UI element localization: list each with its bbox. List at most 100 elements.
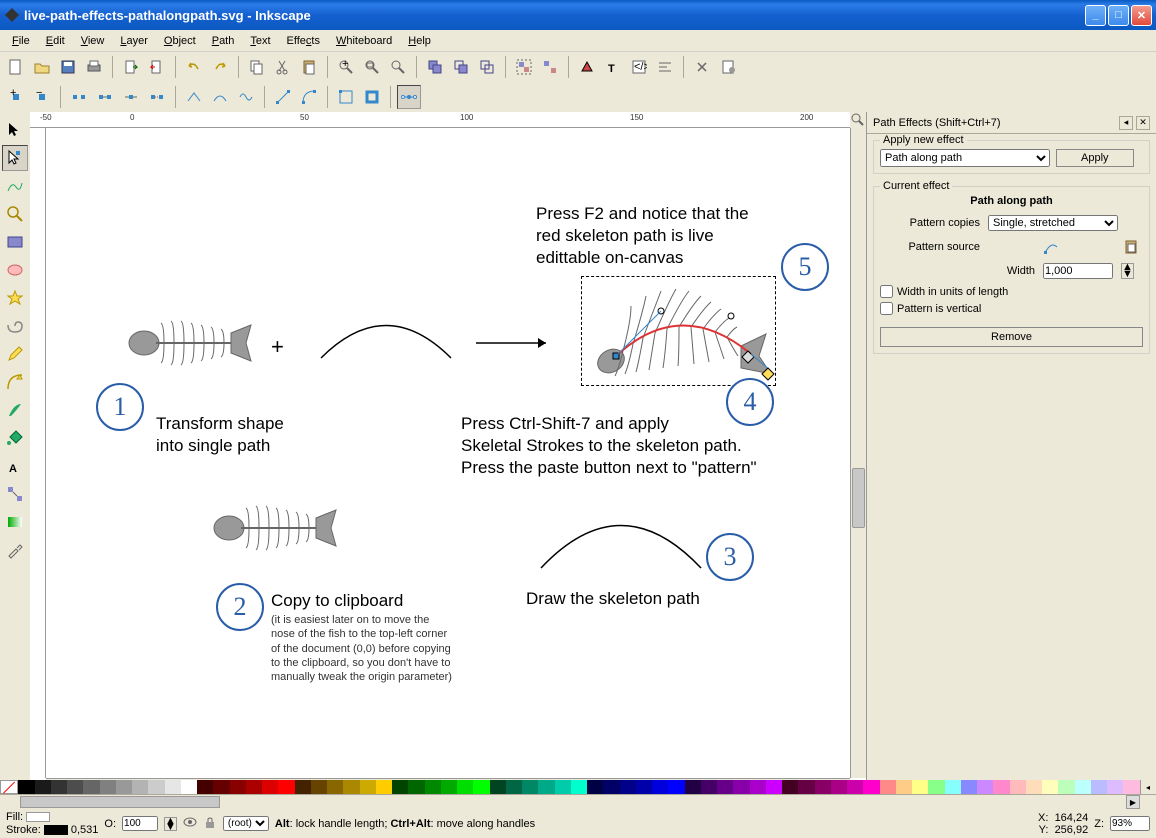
break-node-button[interactable] xyxy=(67,85,91,109)
text-button[interactable]: T xyxy=(601,55,625,79)
step-2-note: (it is easiest later on to move the nose… xyxy=(271,613,456,684)
export-button[interactable] xyxy=(145,55,169,79)
effect-select[interactable]: Path along path xyxy=(880,149,1050,167)
opacity-input[interactable] xyxy=(122,816,158,831)
ellipse-tool[interactable] xyxy=(2,257,28,283)
menu-effects[interactable]: Effects xyxy=(279,32,328,50)
dropper-tool[interactable] xyxy=(2,537,28,563)
remove-button[interactable]: Remove xyxy=(880,327,1143,347)
calligraphy-tool[interactable] xyxy=(2,397,28,423)
clone-button[interactable] xyxy=(449,55,473,79)
scrollbar-vertical[interactable] xyxy=(850,128,866,778)
menu-file[interactable]: File xyxy=(4,32,38,50)
pattern-vertical-checkbox[interactable] xyxy=(880,302,893,315)
layer-select[interactable]: (root) xyxy=(223,816,269,831)
join-segment-button[interactable] xyxy=(119,85,143,109)
open-button[interactable] xyxy=(30,55,54,79)
text-tool[interactable]: A xyxy=(2,453,28,479)
xml-editor-button[interactable]: </> xyxy=(627,55,651,79)
rect-tool[interactable] xyxy=(2,229,28,255)
zoom-icon[interactable] xyxy=(850,112,866,128)
paste-button[interactable] xyxy=(297,55,321,79)
menu-view[interactable]: View xyxy=(73,32,113,50)
redo-button[interactable] xyxy=(208,55,232,79)
lock-icon[interactable] xyxy=(203,815,217,832)
delete-node-button[interactable]: − xyxy=(30,85,54,109)
swatch-none[interactable] xyxy=(0,780,18,794)
duplicate-button[interactable] xyxy=(423,55,447,79)
fish-shape-2 xyxy=(211,498,341,558)
unlink-clone-button[interactable] xyxy=(475,55,499,79)
delete-segment-button[interactable] xyxy=(145,85,169,109)
line-segment-button[interactable] xyxy=(271,85,295,109)
stroke-swatch[interactable] xyxy=(44,825,68,835)
menu-text[interactable]: Text xyxy=(242,32,278,50)
path-effects-panel: Path Effects (Shift+Ctrl+7) ◂ ✕ Apply ne… xyxy=(866,112,1156,794)
show-handles-button[interactable] xyxy=(397,85,421,109)
align-button[interactable] xyxy=(653,55,677,79)
zoom-tool[interactable] xyxy=(2,201,28,227)
edit-path-icon[interactable] xyxy=(1039,237,1063,257)
import-button[interactable] xyxy=(119,55,143,79)
join-node-button[interactable] xyxy=(93,85,117,109)
svg-text:</>: </> xyxy=(634,61,647,73)
doc-properties-button[interactable] xyxy=(716,55,740,79)
menu-path[interactable]: Path xyxy=(204,32,243,50)
zoom-in-button[interactable]: + xyxy=(334,55,358,79)
palette-menu-icon[interactable]: ◂ xyxy=(1140,780,1156,794)
menu-edit[interactable]: Edit xyxy=(38,32,73,50)
menu-help[interactable]: Help xyxy=(400,32,439,50)
ungroup-button[interactable] xyxy=(538,55,562,79)
paste-path-icon[interactable] xyxy=(1119,237,1143,257)
visibility-icon[interactable] xyxy=(183,815,197,832)
add-node-button[interactable]: + xyxy=(4,85,28,109)
cut-button[interactable] xyxy=(271,55,295,79)
spiral-tool[interactable] xyxy=(2,313,28,339)
bucket-tool[interactable] xyxy=(2,425,28,451)
fill-swatch[interactable] xyxy=(26,812,50,822)
symmetric-node-button[interactable] xyxy=(234,85,258,109)
menu-object[interactable]: Object xyxy=(156,32,204,50)
step-5-text: Press F2 and notice that the red skeleto… xyxy=(536,203,749,269)
effect-name: Path along path xyxy=(880,195,1143,207)
print-button[interactable] xyxy=(82,55,106,79)
width-input[interactable] xyxy=(1043,263,1113,279)
group-button[interactable] xyxy=(512,55,536,79)
selector-tool[interactable] xyxy=(2,117,28,143)
canvas[interactable]: + 1 Transform shape into single path Pre… xyxy=(46,128,850,778)
panel-close-icon[interactable]: ✕ xyxy=(1136,116,1150,130)
panel-minimize-icon[interactable]: ◂ xyxy=(1119,116,1133,130)
menu-layer[interactable]: Layer xyxy=(112,32,156,50)
menu-whiteboard[interactable]: Whiteboard xyxy=(328,32,400,50)
pencil-tool[interactable] xyxy=(2,341,28,367)
node-tool[interactable] xyxy=(2,145,28,171)
zoom-fit-button[interactable] xyxy=(360,55,384,79)
preferences-button[interactable] xyxy=(690,55,714,79)
stroke-to-path-button[interactable] xyxy=(360,85,384,109)
maximize-button[interactable]: □ xyxy=(1108,5,1129,26)
gradient-tool[interactable] xyxy=(2,509,28,535)
zoom-input[interactable] xyxy=(1110,816,1150,831)
connector-tool[interactable] xyxy=(2,481,28,507)
new-button[interactable] xyxy=(4,55,28,79)
close-button[interactable]: ✕ xyxy=(1131,5,1152,26)
fill-stroke-button[interactable] xyxy=(575,55,599,79)
zoom-page-button[interactable] xyxy=(386,55,410,79)
object-to-path-button[interactable] xyxy=(334,85,358,109)
minimize-button[interactable]: _ xyxy=(1085,5,1106,26)
palette-scroll[interactable]: ▶ xyxy=(0,795,1156,809)
cusp-node-button[interactable] xyxy=(182,85,206,109)
tweak-tool[interactable] xyxy=(2,173,28,199)
save-button[interactable] xyxy=(56,55,80,79)
color-palette[interactable]: ◂ xyxy=(0,780,1156,794)
width-down[interactable]: ▼ xyxy=(1122,271,1133,278)
undo-button[interactable] xyxy=(182,55,206,79)
width-units-checkbox[interactable] xyxy=(880,285,893,298)
bezier-tool[interactable] xyxy=(2,369,28,395)
pattern-copies-select[interactable]: Single, stretched xyxy=(988,215,1118,231)
curve-segment-button[interactable] xyxy=(297,85,321,109)
star-tool[interactable] xyxy=(2,285,28,311)
smooth-node-button[interactable] xyxy=(208,85,232,109)
apply-button[interactable]: Apply xyxy=(1056,149,1134,167)
copy-button[interactable] xyxy=(245,55,269,79)
